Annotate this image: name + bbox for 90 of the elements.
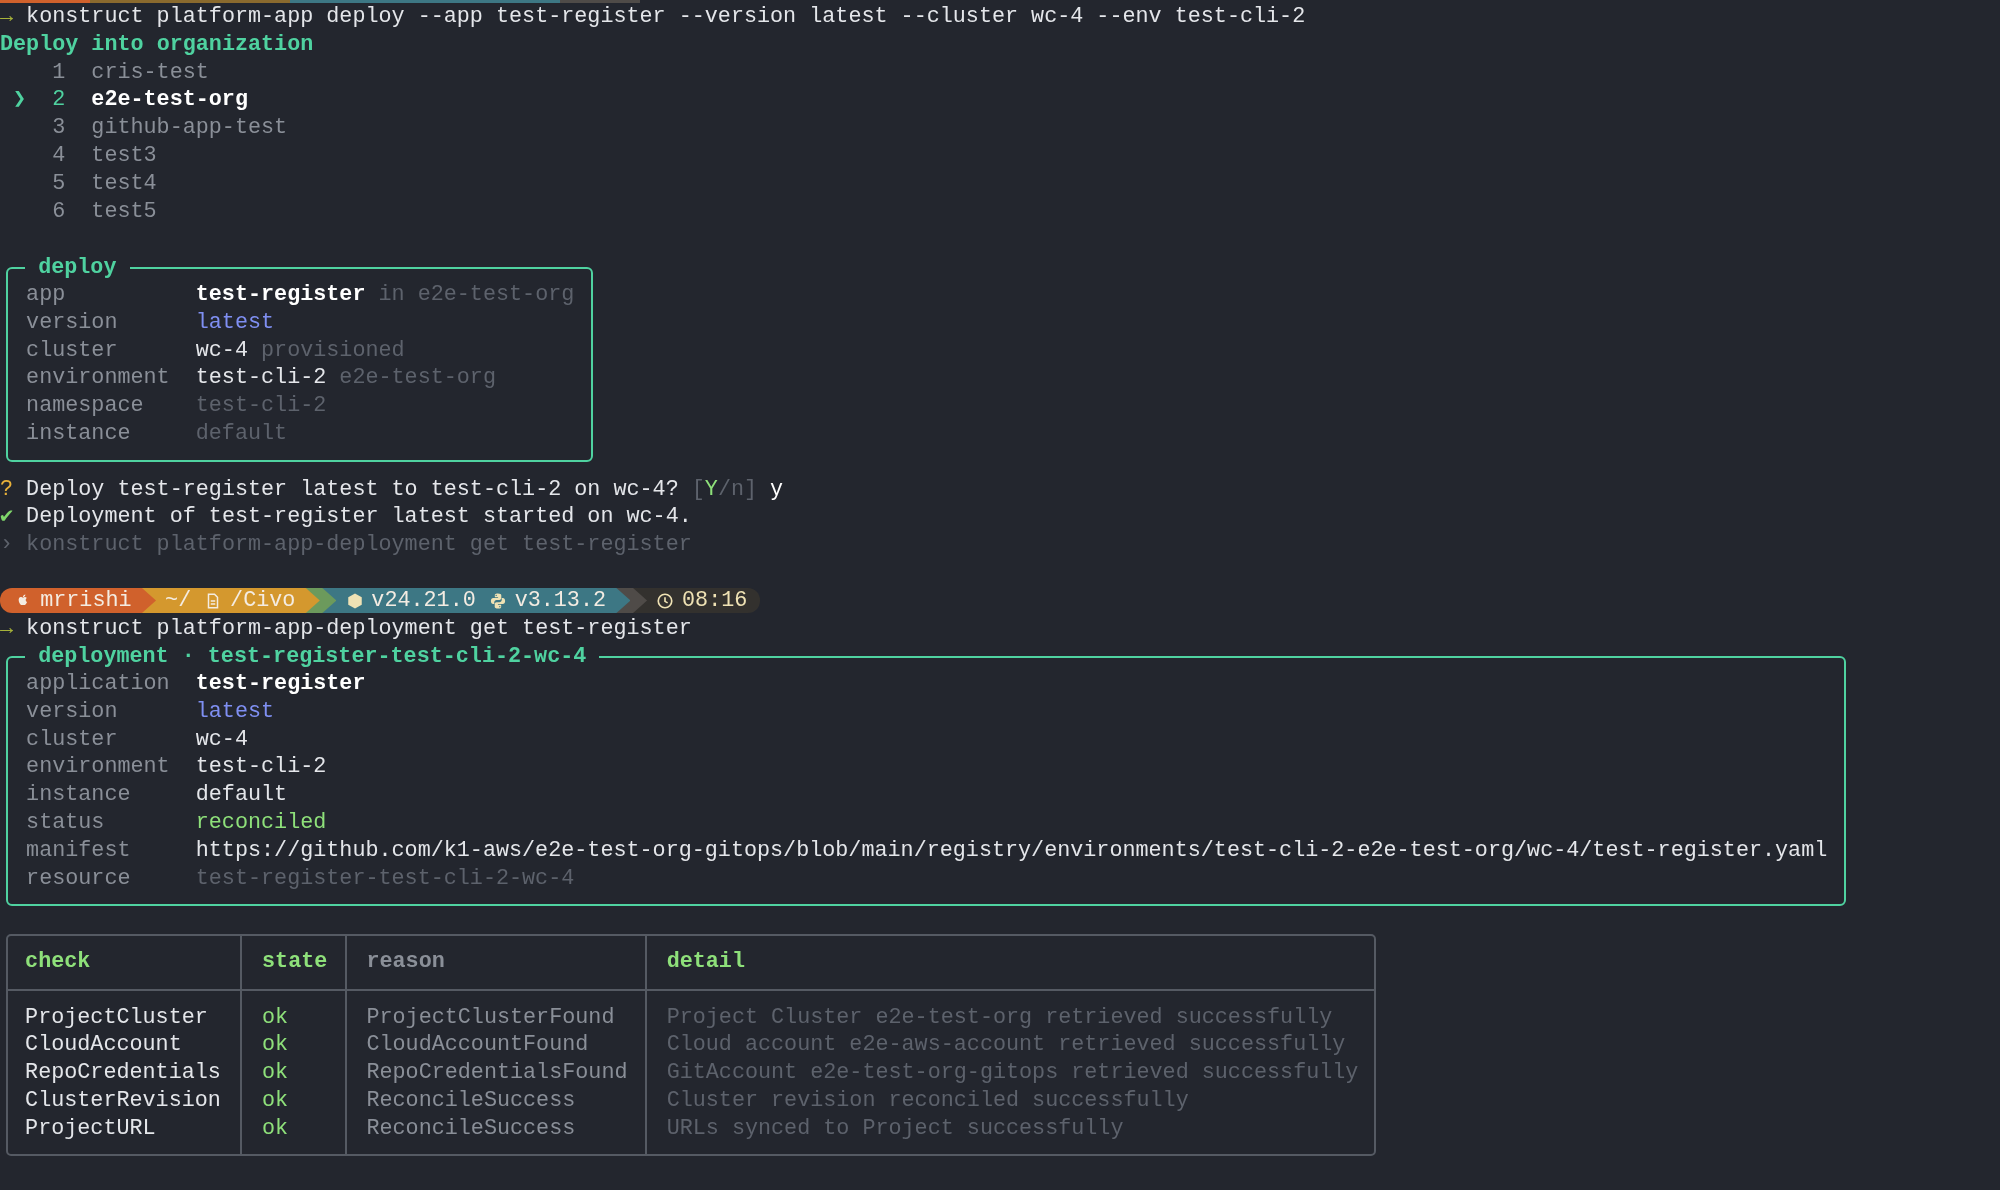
field-value: latest [195,308,275,337]
field-value: default [195,781,288,810]
choice-hint: [Y/n] [691,475,758,504]
table-cell: ProjectCluster [7,990,243,1032]
option-number: 5 [52,169,66,198]
option-label[interactable]: test4 [91,169,157,198]
table-cell-text: Cloud account e2e-aws-account retrieved successfully [665,1031,1347,1060]
table-cell: CloudAccountFound [346,1031,648,1060]
table-cell: RepoCredentialsFound [346,1059,648,1087]
table-cell: CloudAccount [7,1031,243,1060]
prompt-symbol: → [0,3,14,31]
field-note: in e2e-test-org [378,280,575,309]
table-cell: ok [242,1114,347,1155]
suggestion-text: konstruct platform-app-deployment get test-register [26,531,692,559]
prompt-text: /Civo [230,586,296,615]
result-message: Deployment of test-register latest started on wc-4. [26,503,692,532]
field-label: status [26,809,106,837]
confirm-question: Deploy test-register latest to test-cli-2 on wc-4? [26,475,679,504]
command-text: konstruct platform-app-deployment get test-register [26,614,692,643]
table-cell-text: URLs synced to Project successfully [665,1114,1125,1143]
field-value: https://github.com/k1-aws/e2e-test-org-gitops/blob/main/registry/environments/test-cli-2-e2e-test-org/wc-4/test-register.yaml [195,836,1828,865]
prompt-symbol: → [0,614,14,643]
field-label: namespace [26,392,145,420]
table-cell: ReconcileSuccess [346,1114,648,1155]
option-number: 3 [52,114,66,142]
hexagon-icon [345,591,364,610]
field-label: application [26,670,171,698]
option-label[interactable]: e2e-test-org [91,86,248,115]
field-label: instance [26,419,132,448]
table-cell: ReconcileSuccess [346,1087,648,1115]
field-label: manifest [26,836,132,865]
field-label: cluster [26,725,119,754]
field-label: environment [26,364,171,393]
field-label: version [26,697,119,726]
field-label: version [26,308,119,337]
field-note: e2e-test-org [339,364,496,393]
typed-answer: y [770,475,784,504]
option-label[interactable]: github-app-test [91,114,288,142]
option-label[interactable]: test3 [91,142,157,170]
field-value: wc-4 [195,336,248,365]
cursor-marker: ❯ [13,87,27,113]
field-value: wc-4 [195,725,248,754]
snake-icon [488,591,507,610]
check-mark: ✔ [0,503,14,532]
field-value: latest [195,697,275,726]
field-label: cluster [26,336,119,365]
column-header: state [242,936,347,991]
prompt-text: v3.13.2 [514,586,607,615]
field-value: test-register [195,670,366,698]
option-label[interactable]: test5 [91,197,157,226]
prompt-text: mrrishi [40,586,132,615]
table-cell: ProjectClusterFound [346,990,648,1032]
option-label[interactable]: cris-test [91,58,209,87]
field-value: default [195,419,288,448]
table-cell: RepoCredentials [7,1059,243,1087]
prompt-text: v24.21.0 [371,586,476,615]
field-label: app [26,280,67,309]
option-number: 4 [52,142,66,170]
option-number: 2 [52,86,66,115]
table-cell-text: GitAccount e2e-test-org-gitops retrieved successfully [665,1059,1360,1087]
field-value: test-cli-2 [195,364,327,393]
field-value: test-cli-2 [195,753,327,782]
table-cell: ProjectURL [7,1114,243,1155]
field-value: test-register-test-cli-2-wc-4 [195,864,575,893]
suggestion-symbol: › [0,531,14,559]
prompt-text: 08:16 [682,586,748,615]
field-label: environment [26,753,171,782]
clock-icon [656,591,675,610]
field-value: reconciled [195,809,327,837]
field-label: resource [26,864,132,893]
option-number: 6 [52,197,66,226]
table-cell: ok [242,990,347,1032]
table-cell-text: Cluster revision reconciled successfully [665,1087,1190,1115]
table-cell: ClusterRevision [7,1087,243,1115]
option-number: 1 [52,58,66,87]
prompt-title: Deploy into organization [0,30,314,59]
question-mark: ? [0,475,14,504]
field-value: test-cli-2 [195,392,327,420]
field-value: test-register [195,280,366,309]
column-header: check [7,936,243,991]
command-text: konstruct platform-app deploy --app test-register --version latest --cluster wc-4 --env test-cli-2 [26,3,1306,31]
table-cell: ok [242,1031,347,1060]
table-cell: ok [242,1087,347,1115]
prompt-text: ~/ [165,586,192,615]
column-header: reason [346,936,648,991]
field-label: instance [26,781,132,810]
column-header: detail [647,936,1374,991]
table-cell-text: Project Cluster e2e-test-org retrieved successfully [665,1003,1334,1032]
table-cell: ok [242,1059,347,1087]
field-note: provisioned [261,336,405,365]
